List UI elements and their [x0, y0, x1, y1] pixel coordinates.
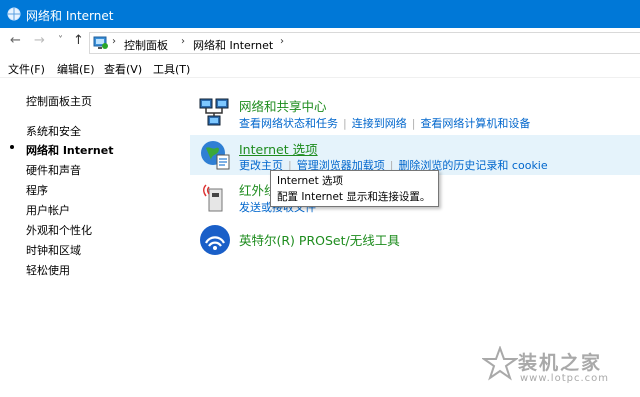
intel-wireless-icon: [200, 225, 230, 255]
star-logo-icon: [482, 346, 518, 381]
category-network-sharing: 网络和共享中心 查看网络状态和任务 | 连接到网络 | 查看网络计算机和设备: [190, 90, 640, 132]
watermark: 装机之家 www.lotpc.com: [480, 340, 640, 397]
back-button[interactable]: ←: [10, 33, 21, 48]
title-bar: 网络和 Internet: [0, 0, 640, 28]
address-bar[interactable]: › 控制面板 › 网络和 Internet ›: [89, 32, 640, 54]
menu-file[interactable]: 文件(F): [8, 61, 45, 77]
tooltip-description: 配置 Internet 显示和连接设置。: [277, 191, 431, 203]
breadcrumb-separator: ›: [181, 36, 185, 47]
watermark-url: www.lotpc.com: [520, 373, 609, 384]
sidebar-item-control-panel-home[interactable]: 控制面板主页: [26, 93, 92, 109]
up-button[interactable]: ↑: [73, 33, 84, 48]
sidebar-item-hardware-sound[interactable]: 硬件和声音: [26, 162, 81, 178]
link-divider: |: [411, 117, 416, 130]
view-network-computers-link[interactable]: 查看网络计算机和设备: [420, 117, 530, 130]
category-intel-wireless: 英特尔(R) PROSet/无线工具: [190, 221, 640, 261]
network-sharing-links: 查看网络状态和任务 | 连接到网络 | 查看网络计算机和设备: [239, 115, 530, 131]
recent-locations-chevron-down-icon[interactable]: ˅: [58, 35, 63, 46]
network-sharing-title[interactable]: 网络和共享中心: [239, 96, 327, 115]
menu-tools[interactable]: 工具(T): [153, 61, 190, 77]
menu-bar: 文件(F) 编辑(E) 查看(V) 工具(T): [0, 58, 640, 78]
network-window-icon: [7, 7, 21, 21]
network-sharing-center-icon: [199, 98, 229, 126]
menu-view[interactable]: 查看(V): [104, 61, 142, 77]
menu-edit[interactable]: 编辑(E): [57, 61, 95, 77]
sidebar-item-programs[interactable]: 程序: [26, 182, 48, 198]
tooltip-title: Internet 选项: [277, 175, 344, 187]
tooltip: Internet 选项 配置 Internet 显示和连接设置。: [270, 170, 439, 207]
breadcrumb-separator: ›: [112, 36, 116, 47]
watermark-name: 装机之家: [518, 352, 603, 374]
breadcrumb-control-panel[interactable]: 控制面板: [124, 37, 168, 53]
forward-button[interactable]: →: [34, 33, 45, 48]
control-panel-icon: [93, 36, 108, 49]
window-title: 网络和 Internet: [26, 9, 114, 23]
current-item-bullet: [10, 145, 14, 149]
sidebar-item-network-internet[interactable]: 网络和 Internet: [26, 142, 113, 158]
connect-to-network-link[interactable]: 连接到网络: [352, 117, 407, 130]
sidebar-item-user-accounts[interactable]: 用户帐户: [26, 202, 70, 218]
sidebar-item-clock-region[interactable]: 时钟和区域: [26, 242, 81, 258]
intel-wireless-title[interactable]: 英特尔(R) PROSet/无线工具: [239, 230, 400, 249]
sidebar-item-ease-of-access[interactable]: 轻松使用: [26, 262, 70, 278]
sidebar-item-appearance[interactable]: 外观和个性化: [26, 222, 92, 238]
infrared-icon: [203, 184, 223, 212]
view-network-status-link[interactable]: 查看网络状态和任务: [239, 117, 338, 130]
internet-options-icon: [201, 141, 230, 170]
sidebar: 控制面板主页 系统和安全 网络和 Internet 硬件和声音 程序 用户帐户 …: [0, 78, 190, 397]
navigation-bar: ← → ˅ ↑ › 控制面板 › 网络和 Internet ›: [0, 28, 640, 58]
category-internet-options[interactable]: Internet 选项 更改主页 | 管理浏览器加载项 | 删除浏览的历史记录和 coo…: [190, 135, 640, 175]
breadcrumb-network-internet[interactable]: 网络和 Internet: [193, 37, 273, 53]
link-divider: |: [343, 117, 347, 130]
sidebar-item-system-security[interactable]: 系统和安全: [26, 123, 81, 139]
breadcrumb-separator[interactable]: ›: [280, 36, 284, 47]
internet-options-title[interactable]: Internet 选项: [239, 139, 318, 158]
